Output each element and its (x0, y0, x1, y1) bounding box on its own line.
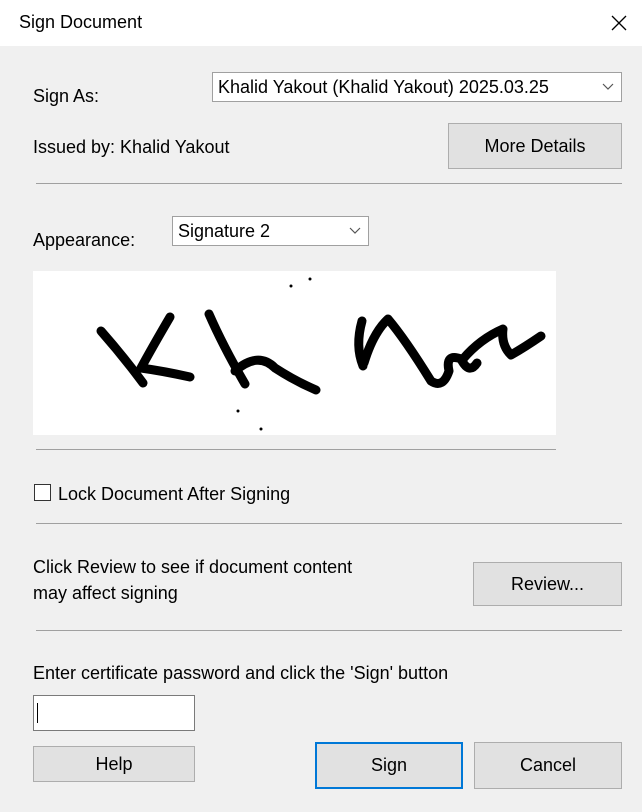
dialog-title: Sign Document (19, 12, 143, 32)
sign-button[interactable]: Sign (315, 742, 463, 789)
appearance-value: Signature 2 (178, 220, 271, 241)
password-input[interactable] (33, 695, 195, 731)
appearance-dropdown[interactable]: Signature 2 (172, 216, 369, 246)
divider (36, 523, 622, 524)
close-button[interactable] (596, 0, 642, 46)
signature-preview (33, 271, 556, 435)
appearance-label: Appearance: (33, 230, 136, 250)
review-text-line2: may affect signing (33, 583, 178, 603)
help-button[interactable]: Help (33, 746, 195, 782)
lock-document-checkbox[interactable] (34, 484, 51, 501)
sign-as-value: Khalid Yakout (Khalid Yakout) 2025.03.25 (218, 76, 549, 97)
text-caret (37, 703, 38, 723)
lock-document-label: Lock Document After Signing (58, 484, 291, 504)
title-bar: Sign Document (0, 0, 642, 46)
sign-as-label: Sign As: (33, 86, 100, 106)
chevron-down-icon (342, 217, 368, 245)
review-text-line1: Click Review to see if document content (33, 557, 353, 577)
divider (36, 630, 622, 631)
sign-as-dropdown[interactable]: Khalid Yakout (Khalid Yakout) 2025.03.25 (212, 72, 622, 102)
chevron-down-icon (595, 73, 621, 101)
cancel-button[interactable]: Cancel (474, 742, 622, 789)
divider (36, 449, 556, 450)
divider (36, 183, 622, 184)
close-icon (611, 15, 627, 31)
more-details-button[interactable]: More Details (448, 123, 622, 169)
review-button[interactable]: Review... (473, 562, 622, 606)
issued-by-text: Issued by: Khalid Yakout (33, 137, 230, 157)
password-instruction: Enter certificate password and click the… (33, 663, 449, 683)
handwritten-signature (96, 277, 546, 431)
